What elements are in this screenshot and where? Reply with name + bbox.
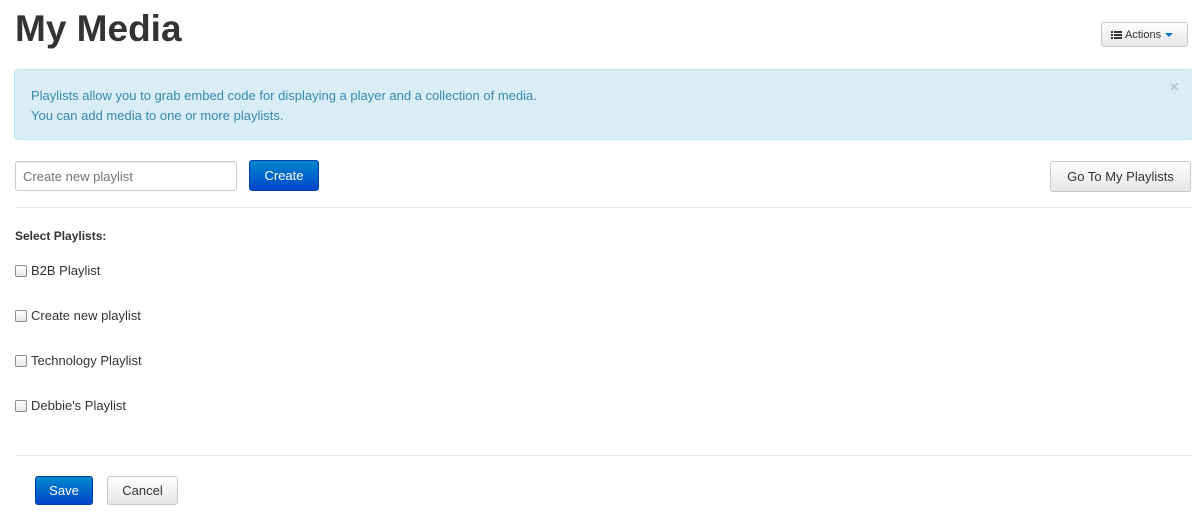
playlist-item-label: Technology Playlist: [31, 353, 142, 368]
save-button[interactable]: Save: [35, 476, 93, 505]
checkbox[interactable]: [15, 309, 27, 322]
checkbox[interactable]: [15, 399, 27, 412]
select-playlists-heading: Select Playlists:: [15, 229, 107, 243]
playlist-item-label: Create new playlist: [31, 308, 141, 323]
playlist-item-technology[interactable]: Technology Playlist: [15, 353, 142, 368]
close-icon[interactable]: ×: [1170, 80, 1179, 96]
playlist-item-debbies[interactable]: Debbie's Playlist: [15, 398, 126, 413]
actions-button[interactable]: Actions: [1101, 22, 1188, 47]
page-title: My Media: [15, 8, 182, 49]
playlist-item-create-new[interactable]: Create new playlist: [15, 308, 141, 323]
checkbox[interactable]: [15, 264, 27, 277]
playlist-item-b2b[interactable]: B2B Playlist: [15, 263, 100, 278]
alert-line-2: You can add media to one or more playlis…: [31, 108, 284, 123]
new-playlist-input[interactable]: [15, 161, 237, 191]
checkbox[interactable]: [15, 354, 27, 367]
create-button[interactable]: Create: [249, 160, 319, 191]
caret-down-icon: [1165, 33, 1174, 37]
list-icon: [1111, 30, 1122, 39]
playlist-item-label: B2B Playlist: [31, 263, 101, 278]
playlist-item-label: Debbie's Playlist: [31, 398, 126, 413]
page: My Media Actions Playlists allow you to …: [0, 0, 1192, 515]
cancel-button[interactable]: Cancel: [107, 476, 178, 505]
divider: [15, 207, 1192, 208]
actions-label: Actions: [1125, 28, 1162, 41]
divider: [15, 455, 1192, 456]
alert-line-1: Playlists allow you to grab embed code f…: [31, 88, 537, 103]
go-to-my-playlists-button[interactable]: Go To My Playlists: [1050, 161, 1191, 192]
info-alert: Playlists allow you to grab embed code f…: [14, 69, 1192, 140]
